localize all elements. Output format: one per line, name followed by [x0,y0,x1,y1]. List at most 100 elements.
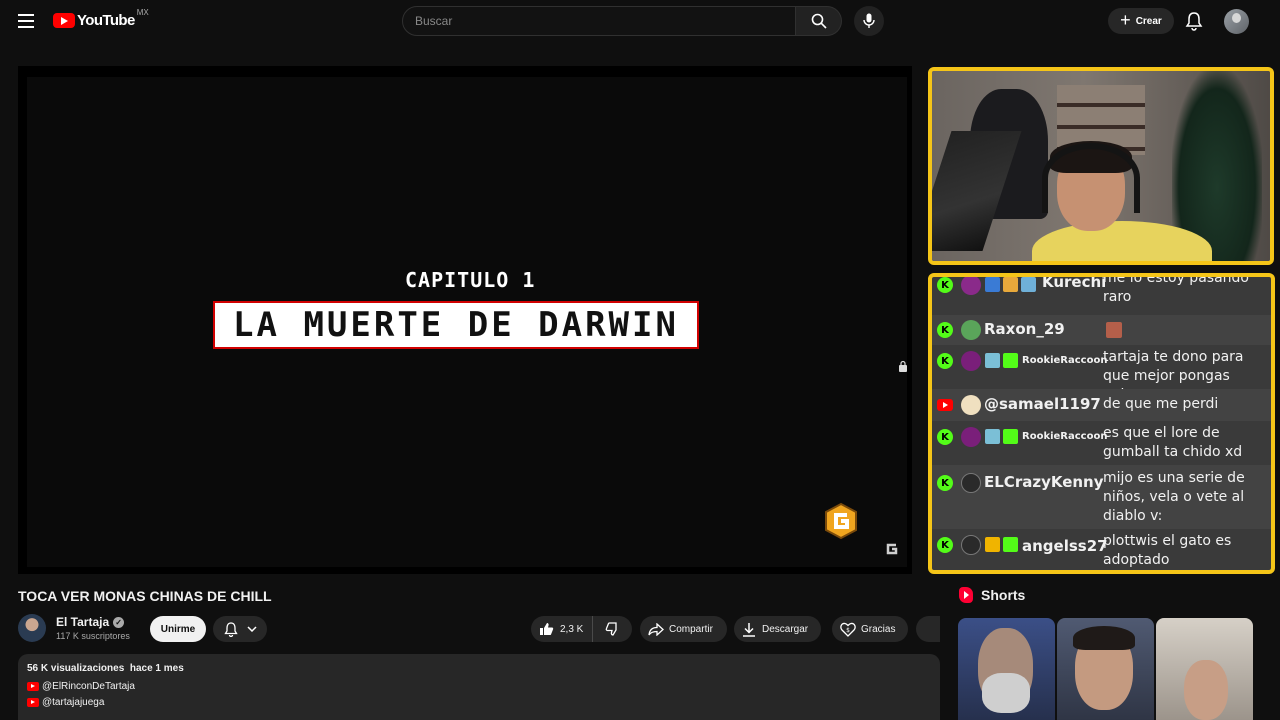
chat-text: de que me perdi [1103,396,1219,412]
plus-icon: + [1120,10,1131,30]
search-icon [811,13,827,29]
channel-name[interactable]: El Tartaja [56,615,109,629]
dislike-button[interactable] [593,622,632,636]
video-meta: 56 K visualizaciones hace 1 mes [27,663,931,674]
emote-icon [1106,322,1122,338]
thumbs-down-icon [605,622,617,636]
kick-icon: K [937,277,953,293]
chat-text: plottwis el gato es adoptado [1103,533,1232,568]
channel-link[interactable]: @ElRinconDeTartaja [42,681,135,692]
chat-message: K Raxon_29 [932,315,1271,345]
bell-icon [223,621,238,637]
short-thumbnail[interactable] [1156,618,1253,720]
create-button[interactable]: + Crear [1108,8,1174,34]
like-count: 2,3 K [560,623,584,635]
chat-message: K angelss27 plottwis el gato es adoptado [932,529,1271,570]
channel-link[interactable]: @tartajajuega [42,697,104,708]
chat-message: @samael1197 de que me perdi [932,389,1271,421]
chat-username: Kurechi [1042,273,1107,291]
user-badges [985,353,1018,368]
chat-text: es que el lore de gumball ta chido xd [1103,425,1243,460]
verified-check-icon: ✓ [113,616,125,628]
description-link[interactable]: @tartajajuega [27,697,931,708]
youtube-icon [27,682,39,691]
search-button[interactable] [796,6,842,36]
user-badges [985,537,1018,552]
video-title: TOCA VER MONAS CHINAS DE CHILL [18,588,272,604]
share-button[interactable]: Compartir [640,616,727,642]
chat-message: K RookieRaccoon es que el lore de gumbal… [932,421,1271,465]
logo-wordmark: YouTube [77,12,135,29]
heart-dollar-icon: $ [840,622,856,637]
menu-icon[interactable] [18,14,34,28]
download-button[interactable]: Descargar [734,616,821,642]
channel-name-row[interactable]: El Tartaja ✓ [56,615,125,629]
episode-title-card: LA MUERTE DE DARWIN [213,301,699,349]
description-link[interactable]: @ElRinconDeTartaja [27,681,931,692]
user-avatar [961,395,981,415]
chat-username: ELCrazyKenny [984,473,1104,491]
like-dislike-group: 2,3 K [531,616,632,642]
microphone-icon [863,13,875,28]
kick-icon: K [937,537,953,553]
thanks-label: Gracias [861,623,896,635]
subscription-notifications-button[interactable] [213,616,267,642]
thanks-button[interactable]: $ Gracias [832,616,908,642]
share-label: Compartir [669,623,713,635]
shorts-title: Shorts [981,587,1026,603]
notifications-bell-icon[interactable] [1185,11,1203,31]
like-button[interactable]: 2,3 K [531,616,593,642]
chat-text: mijo es una serie de niños, vela o vete … [1103,470,1245,524]
download-label: Descargar [762,623,809,635]
chat-message: K Kurechi me lo estoy pasando raro [932,273,1271,311]
kick-icon: K [937,475,953,491]
top-bar: YouTube MX + Crear [0,0,1280,42]
download-icon [743,622,755,637]
publish-date: hace 1 mes [129,663,184,674]
subscriber-count: 117 K suscriptores [56,631,130,641]
episode-title: LA MUERTE DE DARWIN [233,305,679,345]
svg-text:$: $ [846,627,850,634]
stream-chat-overlay: K Kurechi me lo estoy pasando raro K Rax… [928,273,1275,574]
g-watermark-icon [886,543,898,555]
short-thumbnail[interactable] [958,618,1055,720]
chat-username: @samael1197 [984,395,1101,413]
country-code: MX [136,8,149,17]
user-badges [985,429,1018,444]
view-count: 56 K visualizaciones [27,663,125,674]
user-avatar [961,427,981,447]
user-avatar [961,277,981,295]
chevron-down-icon [246,626,257,632]
chat-username: Raxon_29 [984,320,1065,338]
user-avatar [961,535,981,555]
kick-icon: K [937,429,953,445]
search-box [402,6,796,36]
channel-avatar[interactable] [18,614,46,642]
chat-text: me lo estoy pasando raro [1103,273,1249,305]
shorts-heading: Shorts [959,587,1025,603]
voice-search-button[interactable] [854,6,884,36]
search-input[interactable] [403,7,795,35]
description-box[interactable]: 56 K visualizaciones hace 1 mes @ElRinco… [18,654,940,720]
kick-icon: K [937,353,953,369]
chat-message: K ELCrazyKenny mijo es una serie de niño… [932,465,1271,529]
account-avatar[interactable] [1224,9,1249,34]
create-label: Crear [1135,15,1162,27]
youtube-icon [937,399,953,411]
webcam-overlay [928,67,1274,265]
chat-message: K RookieRaccoon tartaja te dono para que… [932,345,1271,403]
user-avatar [961,320,981,340]
user-avatar [961,351,981,371]
short-thumbnail[interactable] [1057,618,1154,720]
lock-icon [899,360,907,372]
join-button[interactable]: Unirme [150,616,206,642]
user-badges [985,277,1036,292]
youtube-logo[interactable]: YouTube MX [53,8,149,29]
more-actions-button[interactable] [916,616,940,642]
shorts-icon [959,587,973,603]
share-icon [648,622,664,636]
headset [1042,143,1140,213]
youtube-play-icon [53,13,75,28]
kick-icon: K [937,322,953,338]
chat-username: angelss27 [1022,537,1108,555]
